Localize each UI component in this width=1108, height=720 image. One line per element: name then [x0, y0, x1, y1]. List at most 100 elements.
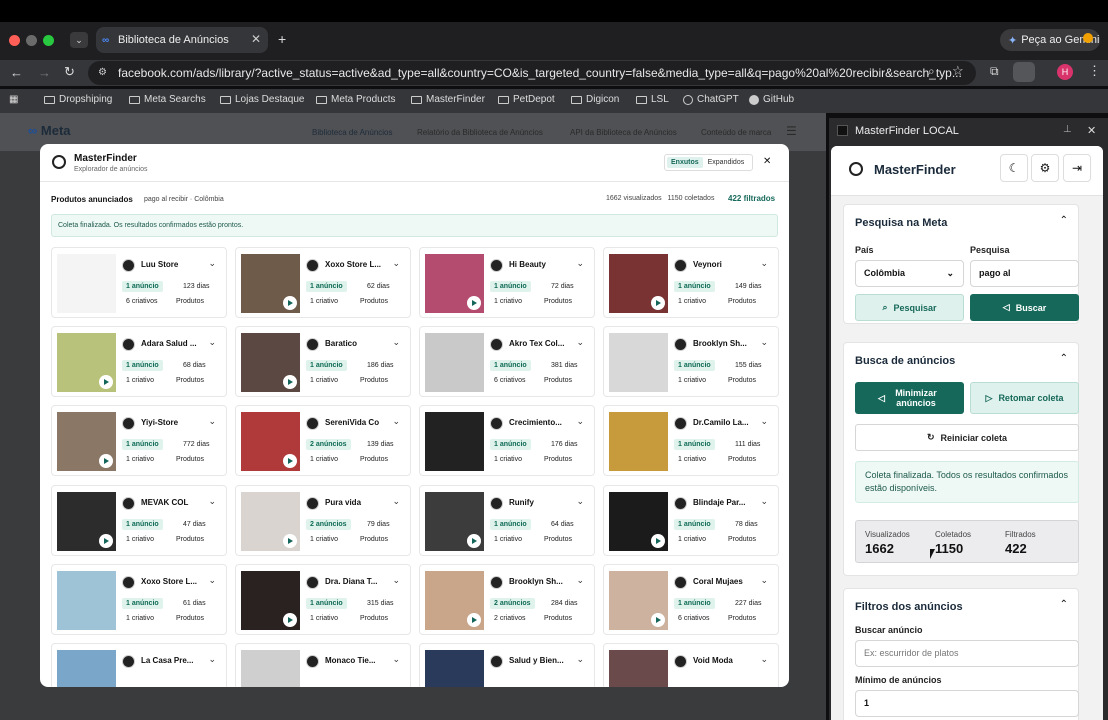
zoom-icon[interactable]: ⌕ — [928, 64, 935, 79]
close-panel-icon[interactable]: ✕ — [1087, 124, 1096, 137]
bookmark-petdepot[interactable]: PetDepot — [498, 94, 555, 105]
chevron-down-icon[interactable]: ⌄ — [392, 337, 400, 348]
pin-icon[interactable]: ⊥ — [1063, 124, 1072, 135]
chevron-down-icon[interactable]: ⌄ — [392, 416, 400, 427]
ad-thumbnail[interactable] — [57, 571, 116, 630]
product-card[interactable]: Coral Mujaes ⌄ 1 anúncio 227 dias 6 criativo… — [603, 564, 779, 635]
bookmark-digicon[interactable]: Digicon — [571, 94, 619, 105]
close-window-button[interactable] — [9, 35, 20, 46]
resume-collection-button[interactable]: ▷ Retomar coleta — [970, 382, 1079, 414]
product-card[interactable]: Brooklyn Sh... ⌄ 2 anúncios 284 dias 2 criat… — [419, 564, 595, 635]
store-name[interactable]: Void Moda — [693, 656, 761, 665]
store-name[interactable]: Akro Tex Col... — [509, 339, 577, 348]
store-name[interactable]: La Casa Pre... — [141, 656, 209, 665]
restart-collection-button[interactable]: ↻ Reiniciar coleta — [855, 424, 1079, 451]
tab-ads-library[interactable]: ∞ Biblioteca de Anúncios ✕ — [96, 27, 268, 53]
product-card[interactable]: Brooklyn Sh... ⌄ 1 anúncio 155 dias 1 criati… — [603, 326, 779, 397]
ad-thumbnail[interactable] — [57, 492, 116, 551]
bookmark-lojas-destaque[interactable]: Lojas Destaque — [220, 94, 305, 105]
product-card[interactable]: MEVAK COL ⌄ 1 anúncio 47 dias 1 criativo Prod… — [51, 485, 227, 556]
profile-avatar[interactable]: H — [1057, 64, 1073, 80]
product-card[interactable]: Monaco Tie... ⌄ — [235, 643, 411, 687]
chevron-down-icon[interactable]: ⌄ — [208, 496, 216, 507]
tab-search-icon[interactable]: ⌄ — [70, 32, 88, 48]
ad-thumbnail[interactable] — [241, 492, 300, 551]
product-card[interactable]: Salud y Bien... ⌄ — [419, 643, 595, 687]
store-name[interactable]: Pura vida — [325, 498, 393, 507]
store-name[interactable]: Adara Salud ... — [141, 339, 209, 348]
store-name[interactable]: Dr.Camilo La... — [693, 418, 761, 427]
minimize-window-button[interactable] — [26, 35, 37, 46]
bookmark-dropshiping[interactable]: Dropshiping — [44, 94, 112, 105]
play-icon[interactable] — [283, 534, 297, 548]
product-card[interactable]: Pura vida ⌄ 2 anúncios 79 dias 1 criativo Pro… — [235, 485, 411, 556]
settings-button[interactable]: ⚙ — [1031, 154, 1059, 182]
ad-thumbnail[interactable] — [609, 412, 668, 471]
play-icon[interactable] — [283, 454, 297, 468]
product-card[interactable]: Xoxo Store L... ⌄ 1 anúncio 62 dias 1 criati… — [235, 247, 411, 318]
store-name[interactable]: Blindaje Par... — [693, 498, 761, 507]
collapse-icon[interactable]: ⌃ — [1060, 353, 1068, 364]
hamburger-menu-icon[interactable]: ☰ — [786, 124, 797, 138]
store-name[interactable]: Brooklyn Sh... — [693, 339, 761, 348]
play-icon[interactable] — [651, 534, 665, 548]
ad-thumbnail[interactable] — [609, 254, 668, 313]
collapse-icon[interactable]: ⌃ — [1060, 599, 1068, 610]
chevron-down-icon[interactable]: ⌄ — [208, 337, 216, 348]
bookmark-meta-products[interactable]: Meta Products — [316, 94, 395, 105]
ad-thumbnail[interactable] — [241, 571, 300, 630]
product-card[interactable]: Crecimiento... ⌄ 1 anúncio 176 dias 1 criati… — [419, 405, 595, 476]
product-card[interactable]: Void Moda ⌄ — [603, 643, 779, 687]
play-icon[interactable] — [283, 375, 297, 389]
store-name[interactable]: Crecimiento... — [509, 418, 577, 427]
ad-thumbnail[interactable] — [425, 650, 484, 687]
forward-icon[interactable]: → — [38, 65, 51, 80]
chevron-down-icon[interactable]: ⌄ — [392, 496, 400, 507]
store-name[interactable]: Veynori — [693, 260, 761, 269]
store-name[interactable]: Yiyi-Store — [141, 418, 209, 427]
side-panel-icon[interactable] — [1013, 62, 1035, 82]
chevron-down-icon[interactable]: ⌄ — [392, 654, 400, 665]
store-name[interactable]: Monaco Tie... — [325, 656, 393, 665]
chevron-down-icon[interactable]: ⌄ — [760, 654, 768, 665]
play-icon[interactable] — [467, 613, 481, 627]
bookmark-meta-searchs[interactable]: Meta Searchs — [129, 94, 206, 105]
collapse-icon[interactable]: ⌃ — [1060, 215, 1068, 226]
store-name[interactable]: Baratico — [325, 339, 393, 348]
ad-thumbnail[interactable] — [57, 412, 116, 471]
chevron-down-icon[interactable]: ⌄ — [208, 258, 216, 269]
product-card[interactable]: Veynori ⌄ 1 anúncio 149 dias 1 criativo Produ… — [603, 247, 779, 318]
ad-thumbnail[interactable] — [425, 333, 484, 392]
product-card[interactable]: Baratico ⌄ 1 anúncio 186 dias 1 criativo Prod… — [235, 326, 411, 397]
product-card[interactable]: Blindaje Par... ⌄ 1 anúncio 78 dias 1 criati… — [603, 485, 779, 556]
chevron-down-icon[interactable]: ⌄ — [576, 575, 584, 586]
chevron-down-icon[interactable]: ⌄ — [576, 258, 584, 269]
ad-thumbnail[interactable] — [609, 492, 668, 551]
ad-thumbnail[interactable] — [57, 650, 116, 687]
product-card[interactable]: Xoxo Store L... ⌄ 1 anúncio 61 dias 1 criati… — [51, 564, 227, 635]
chevron-down-icon[interactable]: ⌄ — [208, 416, 216, 427]
chevron-down-icon[interactable]: ⌄ — [208, 575, 216, 586]
play-icon[interactable] — [99, 375, 113, 389]
back-icon[interactable]: ← — [10, 65, 23, 80]
chevron-down-icon[interactable]: ⌄ — [392, 258, 400, 269]
store-name[interactable]: Runify — [509, 498, 577, 507]
chevron-down-icon[interactable]: ⌄ — [760, 496, 768, 507]
ad-thumbnail[interactable] — [425, 571, 484, 630]
store-name[interactable]: Brooklyn Sh... — [509, 577, 577, 586]
chevron-down-icon[interactable]: ⌄ — [576, 337, 584, 348]
play-icon[interactable] — [467, 534, 481, 548]
chevron-down-icon[interactable]: ⌄ — [392, 575, 400, 586]
product-card[interactable]: Luu Store ⌄ 1 anúncio 123 dias 6 criativos Pr… — [51, 247, 227, 318]
chevron-down-icon[interactable]: ⌄ — [760, 337, 768, 348]
nav-ads-report[interactable]: Relatório da Biblioteca de Anúncios — [417, 128, 543, 137]
store-name[interactable]: MEVAK COL — [141, 498, 209, 507]
product-card[interactable]: La Casa Pre... ⌄ — [51, 643, 227, 687]
logout-button[interactable]: ⇥ — [1063, 154, 1091, 182]
store-name[interactable]: Salud y Bien... — [509, 656, 577, 665]
toggle-expanded[interactable]: Expandidos — [705, 157, 748, 168]
store-name[interactable]: SereniVida Co — [325, 418, 393, 427]
min-ads-input[interactable]: 1 — [855, 690, 1079, 717]
site-info-icon[interactable]: ⚙ — [98, 61, 107, 85]
play-icon[interactable] — [99, 534, 113, 548]
